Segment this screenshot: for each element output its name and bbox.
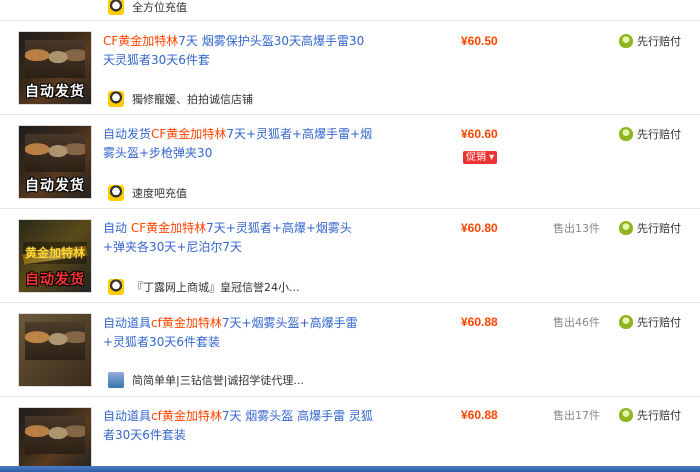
qq-icon[interactable] [108,279,124,295]
price: ¥60.88 [461,408,498,422]
listing-row: 自动道具cf黄金加特林7天+烟雾头盔+高爆手雷+灵狐者30天6件套装 简简单单|… [0,303,700,397]
title-keyword-highlight: cf黄金加特林 [151,316,222,330]
thumbnail-image [25,134,85,172]
product-thumbnail[interactable] [18,313,92,387]
price: ¥60.60 [461,127,498,141]
seller-link[interactable]: 速度吧充值 [108,185,187,201]
listing-row: 黄金加特林 自动发货 自动 CF黄金加特林7天+灵狐者+高爆+烟雾头+弹夹各30… [0,209,700,303]
seller-link[interactable]: 全方位充值 [108,0,187,15]
thumbnail-stamp: 自动发货 [25,84,85,100]
title-keyword-highlight: CF黄金加特林 [151,127,227,141]
guarantee-badge[interactable]: 先行赔付 [619,33,681,49]
product-thumbnail[interactable]: 黄金加特林 自动发货 [18,219,92,293]
shield-icon [619,34,633,48]
promo-dropdown[interactable]: 促销 ▾ [463,151,498,164]
title-keyword-highlight: CF黄金加特林 [130,221,207,235]
price: ¥60.80 [461,221,498,235]
guarantee-badge[interactable]: 先行赔付 [619,407,681,423]
product-title-link[interactable]: CF黄金加特林7天 烟雾保护头盔30天高爆手雷30天灵狐者30天6件套 [103,32,373,70]
thumbnail-image [25,416,85,454]
title-keyword-highlight: CF黄金加特林 [103,34,179,48]
thumbnail-image [25,40,85,78]
thumbnail-gold-text: 黄金加特林 [23,242,87,264]
price: ¥60.88 [461,315,498,329]
product-title-link[interactable]: 自动 CF黄金加特林7天+灵狐者+高爆+烟雾头+弹夹各30天+尼泊尔7天 [103,219,373,257]
shield-icon [619,127,633,141]
qq-icon[interactable] [108,91,124,107]
listing-row: 自动道具cf黄金加特林7天 烟雾头盔 高爆手雷 灵狐者30天6件套装 ¥60.8… [0,397,700,470]
sold-count: 售出46件 [553,316,600,329]
sold-count: 售出13件 [553,222,600,235]
thumbnail-image [25,322,85,360]
listing-row: 自动发货 CF黄金加特林7天 烟雾保护头盔30天高爆手雷30天灵狐者30天6件套… [0,21,700,115]
guarantee-badge[interactable]: 先行赔付 [619,220,681,236]
seller-link[interactable]: 简简单单|三钻信誉|诚招学徒代理... [108,372,304,388]
thumbnail-stamp: 自动发货 [25,178,85,194]
seller-link[interactable]: 獨修寵媛、拍拍诚信店铺 [108,91,253,107]
sold-count: 售出17件 [553,409,600,422]
product-title-link[interactable]: 自动发货CF黄金加特林7天+灵狐者+高爆手雷+烟雾头盔+步枪弹夹30 [103,125,373,163]
price: ¥60.50 [461,34,498,48]
guarantee-badge[interactable]: 先行赔付 [619,126,681,142]
qq-icon[interactable] [108,185,124,201]
shield-icon [619,221,633,235]
thumbnail-stamp: 自动发货 [25,272,85,288]
wangwang-icon[interactable] [108,372,124,388]
product-thumbnail[interactable]: 自动发货 [18,31,92,105]
partial-listing-row: 全方位充值 [0,0,700,21]
taskbar-strip [0,466,700,472]
product-title-link[interactable]: 自动道具cf黄金加特林7天+烟雾头盔+高爆手雷+灵狐者30天6件套装 [103,314,373,352]
seller-link[interactable]: 『丁露网上商城』皇冠信誉24小... [108,279,300,295]
product-thumbnail[interactable] [18,407,92,470]
title-keyword-highlight: cf黄金加特林 [151,409,222,423]
listing-row: 自动发货 自动发货CF黄金加特林7天+灵狐者+高爆手雷+烟雾头盔+步枪弹夹30 … [0,115,700,209]
guarantee-badge[interactable]: 先行赔付 [619,314,681,330]
shield-icon [619,315,633,329]
shield-icon [619,408,633,422]
product-title-link[interactable]: 自动道具cf黄金加特林7天 烟雾头盔 高爆手雷 灵狐者30天6件套装 [103,407,373,445]
product-thumbnail[interactable]: 自动发货 [18,125,92,199]
qq-icon[interactable] [108,0,124,15]
